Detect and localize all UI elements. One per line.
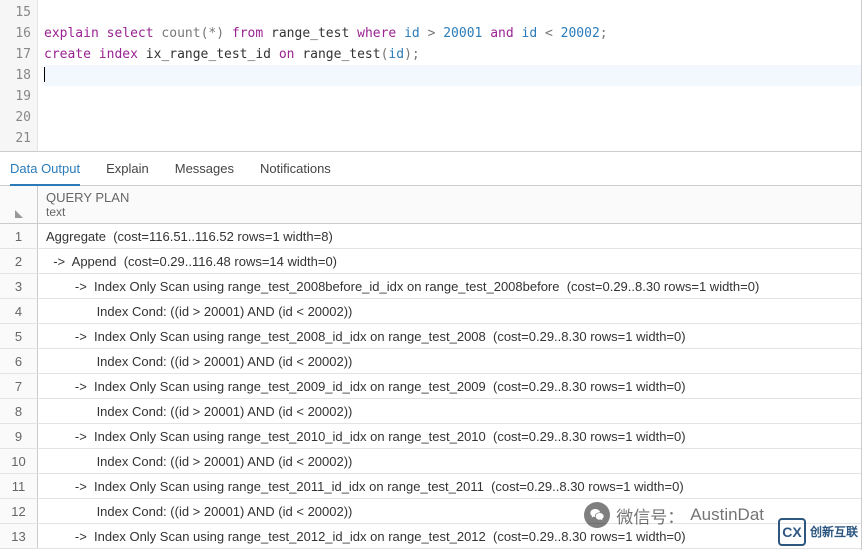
table-row[interactable]: 3 -> Index Only Scan using range_test_20… (0, 274, 861, 299)
row-number[interactable]: 2 (0, 249, 38, 273)
row-number[interactable]: 5 (0, 324, 38, 348)
select-all-corner[interactable] (0, 186, 38, 223)
row-number[interactable]: 6 (0, 349, 38, 373)
column-name: QUERY PLAN (46, 190, 853, 205)
line-number: 21 (0, 128, 31, 149)
table-row[interactable]: 9 -> Index Only Scan using range_test_20… (0, 424, 861, 449)
query-plan-cell[interactable]: Index Cond: ((id > 20001) AND (id < 2000… (38, 299, 861, 323)
query-plan-cell[interactable]: Index Cond: ((id > 20001) AND (id < 2000… (38, 449, 861, 473)
query-plan-cell[interactable]: -> Append (cost=0.29..116.48 rows=14 wid… (38, 249, 861, 273)
result-tabs: Data Output Explain Messages Notifications (0, 152, 861, 186)
line-number: 19 (0, 86, 31, 107)
code-line[interactable]: create index ix_range_test_id on range_t… (44, 44, 861, 65)
query-plan-cell[interactable]: -> Index Only Scan using range_test_2009… (38, 374, 861, 398)
table-row[interactable]: 4 Index Cond: ((id > 20001) AND (id < 20… (0, 299, 861, 324)
code-line[interactable]: explain select count(*) from range_test … (44, 23, 861, 44)
table-row[interactable]: 10 Index Cond: ((id > 20001) AND (id < 2… (0, 449, 861, 474)
code-line[interactable] (44, 65, 861, 86)
tab-messages[interactable]: Messages (175, 152, 234, 186)
triangle-icon (13, 208, 25, 220)
table-row[interactable]: 6 Index Cond: ((id > 20001) AND (id < 20… (0, 349, 861, 374)
sql-editor[interactable]: 15161718192021 explain select count(*) f… (0, 0, 861, 152)
result-grid: QUERY PLAN text 1Aggregate (cost=116.51.… (0, 186, 861, 550)
row-number[interactable]: 10 (0, 449, 38, 473)
code-line[interactable] (44, 2, 861, 23)
line-number: 16 (0, 23, 31, 44)
line-number: 18 (0, 65, 31, 86)
row-number[interactable]: 9 (0, 424, 38, 448)
query-plan-cell[interactable]: -> Index Only Scan using range_test_2011… (38, 474, 861, 498)
table-row[interactable]: 5 -> Index Only Scan using range_test_20… (0, 324, 861, 349)
column-type: text (46, 205, 853, 219)
line-number: 20 (0, 107, 31, 128)
column-header-query-plan[interactable]: QUERY PLAN text (38, 186, 861, 223)
wechat-label: 微信号： (616, 503, 684, 528)
text-cursor (44, 67, 45, 82)
table-row[interactable]: 7 -> Index Only Scan using range_test_20… (0, 374, 861, 399)
row-number[interactable]: 3 (0, 274, 38, 298)
row-number[interactable]: 11 (0, 474, 38, 498)
row-number[interactable]: 4 (0, 299, 38, 323)
query-plan-cell[interactable]: Index Cond: ((id > 20001) AND (id < 2000… (38, 349, 861, 373)
row-number[interactable]: 1 (0, 224, 38, 248)
code-content[interactable]: explain select count(*) from range_test … (38, 0, 861, 151)
table-row[interactable]: 8 Index Cond: ((id > 20001) AND (id < 20… (0, 399, 861, 424)
brand-text: 创新互联 (810, 526, 858, 538)
watermark-brand: CX 创新互联 (778, 518, 858, 546)
line-number-gutter: 15161718192021 (0, 0, 38, 151)
query-plan-cell[interactable]: Aggregate (cost=116.51..116.52 rows=1 wi… (38, 224, 861, 248)
table-row[interactable]: 2 -> Append (cost=0.29..116.48 rows=14 w… (0, 249, 861, 274)
code-line[interactable] (44, 86, 861, 107)
line-number: 15 (0, 2, 31, 23)
tab-data-output[interactable]: Data Output (10, 152, 80, 186)
line-number: 17 (0, 44, 31, 65)
query-plan-cell[interactable]: Index Cond: ((id > 20001) AND (id < 2000… (38, 399, 861, 423)
wechat-handle: AustinDat (690, 505, 764, 525)
row-number[interactable]: 12 (0, 499, 38, 523)
row-number[interactable]: 8 (0, 399, 38, 423)
query-plan-cell[interactable]: -> Index Only Scan using range_test_2008… (38, 324, 861, 348)
app-viewport: 15161718192021 explain select count(*) f… (0, 0, 862, 550)
query-plan-cell[interactable]: -> Index Only Scan using range_test_2010… (38, 424, 861, 448)
wechat-icon (584, 502, 610, 528)
table-row[interactable]: 1Aggregate (cost=116.51..116.52 rows=1 w… (0, 224, 861, 249)
table-row[interactable]: 11 -> Index Only Scan using range_test_2… (0, 474, 861, 499)
row-number[interactable]: 13 (0, 524, 38, 548)
brand-mark-icon: CX (778, 518, 806, 546)
watermark-wechat: 微信号： AustinDat (584, 502, 764, 528)
row-number[interactable]: 7 (0, 374, 38, 398)
query-plan-cell[interactable]: -> Index Only Scan using range_test_2008… (38, 274, 861, 298)
tab-explain[interactable]: Explain (106, 152, 149, 186)
code-line[interactable] (44, 107, 861, 128)
tab-notifications[interactable]: Notifications (260, 152, 331, 186)
code-line[interactable] (44, 128, 861, 149)
grid-header-row: QUERY PLAN text (0, 186, 861, 224)
